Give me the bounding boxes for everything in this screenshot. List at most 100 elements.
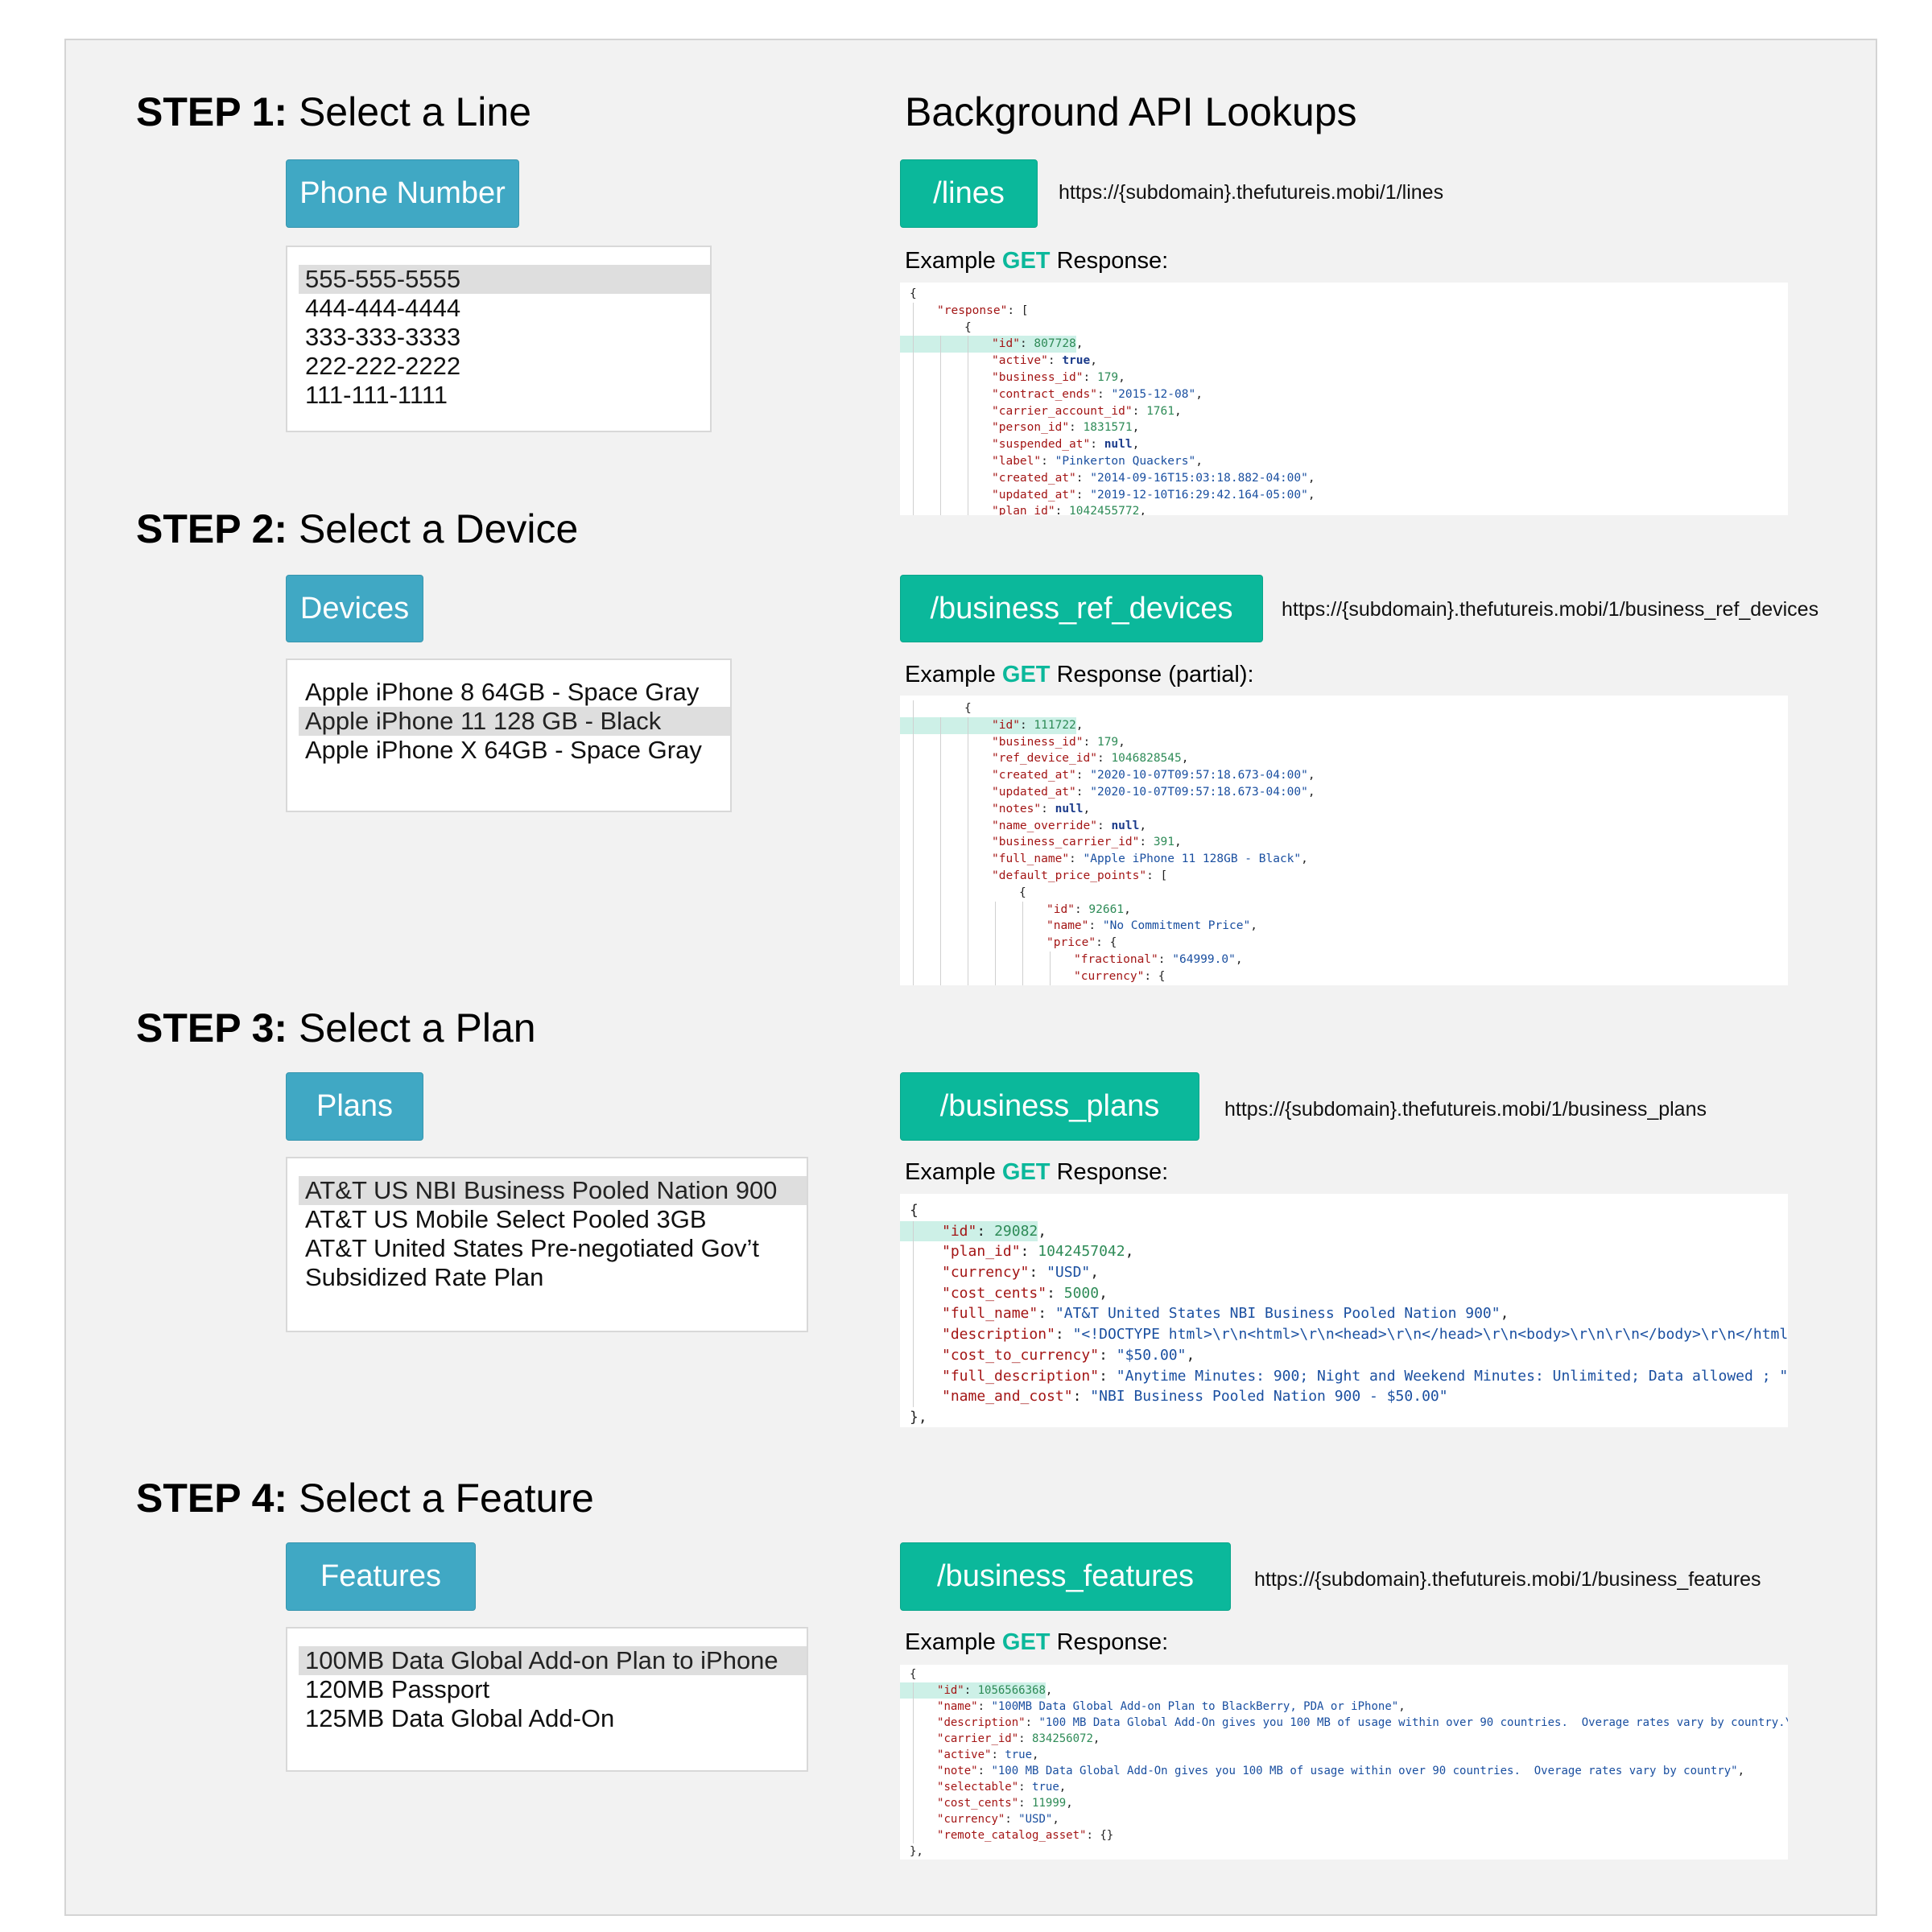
indent-guide [940, 800, 941, 818]
step-heading: STEP 3: Select a Plan [136, 1005, 536, 1051]
list-item[interactable]: Apple iPhone 11 128 GB - Black [299, 707, 730, 736]
json-value: "2020-10-07T09:57:18.673-04:00" [1090, 769, 1308, 782]
example-response-label: Example GET Response: [905, 1159, 1168, 1186]
step-button[interactable]: Phone Number [286, 159, 519, 228]
list-item[interactable]: AT&T US Mobile Select Pooled 3GB [287, 1205, 807, 1234]
list-item[interactable]: 100MB Data Global Add-on Plan to iPhone [299, 1646, 807, 1675]
code-line: "remote_catalog_asset": {} [910, 1827, 1788, 1843]
code-brace: { [964, 702, 972, 715]
json-key: "updated_at" [992, 488, 1076, 502]
json-key: "plan_id" [992, 505, 1055, 515]
step-button[interactable]: Features [286, 1542, 476, 1611]
code-text: "description": "<!DOCTYPE html>\r\n<html… [942, 1326, 1788, 1343]
json-punct: , [1045, 1684, 1053, 1697]
indent-guide [913, 1386, 914, 1407]
code-line: { [910, 1200, 1788, 1221]
indent-guide [913, 767, 914, 784]
step-button[interactable]: Devices [286, 575, 423, 642]
code-text: "remote_catalog_asset": {} [937, 1829, 1114, 1842]
json-key-name: updated_at [998, 785, 1070, 799]
json-key: "business_carrier_id" [992, 836, 1140, 849]
list-item[interactable]: AT&T US NBI Business Pooled Nation 900 [299, 1176, 807, 1205]
json-value: null [1104, 438, 1133, 452]
json-key-name: created_at [998, 769, 1070, 782]
json-key: "currency" [942, 1264, 1030, 1282]
list-item[interactable]: 222-222-2222 [287, 352, 710, 381]
code-text: "full_name": "AT&T United States NBI Bus… [942, 1305, 1509, 1323]
list-item[interactable]: 444-444-4444 [287, 294, 710, 323]
indent-guide [940, 968, 941, 985]
json-value: true [1005, 1748, 1033, 1761]
list-item[interactable]: 120MB Passport [287, 1675, 807, 1704]
json-value: 111722 [1034, 718, 1076, 732]
json-key-name: default_price_points [998, 869, 1140, 882]
code-text: "response": [ [937, 304, 1029, 317]
indent-guide [913, 750, 914, 768]
code-line: "cost_cents": 11999, [910, 1795, 1788, 1811]
indent-guide [913, 1682, 914, 1699]
code-text: "plan_id": 1042455772, [992, 505, 1146, 515]
example-response-label: Example GET Response: [905, 1629, 1168, 1656]
json-key: "selectable" [937, 1781, 1019, 1794]
code-line: "full_description": "Anytime Minutes: 90… [910, 1365, 1788, 1387]
step-button[interactable]: Plans [286, 1072, 423, 1141]
indent-guide [913, 353, 914, 369]
json-key-name: price [1053, 936, 1089, 950]
code-line: "id": 92661, [910, 901, 1788, 919]
list-item[interactable]: Apple iPhone X 64GB - Space Gray [287, 736, 730, 765]
json-punct: , [1132, 438, 1140, 452]
json-key-name: name_override [998, 819, 1091, 832]
json-value: 92661 [1088, 902, 1125, 916]
code-text: }, [910, 1845, 923, 1858]
indent-guide [940, 817, 941, 835]
json-punct: , [1059, 1781, 1067, 1794]
json-key: "plan_id" [942, 1243, 1021, 1261]
endpoint-button[interactable]: /business_ref_devices [900, 575, 1263, 642]
json-value: "$50.00" [1116, 1346, 1187, 1364]
endpoint-button[interactable]: /business_plans [900, 1072, 1199, 1141]
json-key: "active" [937, 1748, 992, 1761]
code-text: "active": true, [992, 354, 1097, 368]
json-punct: , [1118, 370, 1125, 384]
code-text: "currency": { [1074, 970, 1166, 983]
indent-guide [913, 419, 914, 437]
code-line: "name": "No Commitment Price", [910, 918, 1788, 935]
endpoint-button[interactable]: /business_features [900, 1542, 1231, 1611]
code-line: "price": { [910, 935, 1788, 952]
json-key-name: selectable [943, 1781, 1012, 1794]
code-text: "full_name": "Apple iPhone 11 128GB - Bl… [992, 852, 1308, 866]
json-value: "2020-10-07T09:57:18.673-04:00" [1090, 785, 1308, 799]
endpoint-button[interactable]: /lines [900, 159, 1038, 228]
json-key: "note" [937, 1765, 978, 1777]
list-item[interactable]: 333-333-3333 [287, 323, 710, 352]
indent-guide [1022, 951, 1023, 968]
example-response-label: Example GET Response: [905, 248, 1168, 275]
endpoint-url: https://{subdomain}.thefutureis.mobi/1/b… [1282, 598, 1819, 621]
json-key-name: fractional [1080, 952, 1152, 966]
json-punct: , [1083, 802, 1091, 815]
json-key-name: description [950, 1326, 1047, 1344]
indent-guide [913, 503, 914, 515]
code-line: }, [910, 1407, 1788, 1427]
json-punct: , [1737, 1765, 1745, 1777]
code-line: "id": 807728, [900, 336, 1788, 353]
indent-guide [1022, 935, 1023, 952]
code-text: { [910, 1668, 916, 1681]
indent-guide [913, 1365, 914, 1387]
code-text: "created_at": "2020-10-07T09:57:18.673-0… [992, 769, 1315, 782]
json-key-name: business_carrier_id [998, 836, 1133, 849]
list-item[interactable]: 111-111-1111 [287, 381, 710, 410]
indent-guide [913, 1795, 914, 1811]
code-text: "label": "Pinkerton Quackers", [992, 454, 1203, 468]
list-item[interactable]: AT&T United States Pre-negotiated Gov’t [287, 1234, 807, 1263]
list-item[interactable]: 125MB Data Global Add-On [287, 1704, 807, 1733]
list-item[interactable]: Subsidized Rate Plan [287, 1263, 807, 1292]
json-value: "NBI Business Pooled Nation 900 - $50.00… [1090, 1388, 1448, 1406]
list-item[interactable]: Apple iPhone 8 64GB - Space Gray [287, 678, 730, 707]
example-suffix: Response: [1050, 248, 1169, 274]
indent-guide [940, 918, 941, 935]
list-item[interactable]: 555-555-5555 [299, 265, 710, 294]
code-line: "description": "<!DOCTYPE html>\r\n<html… [910, 1324, 1788, 1345]
indent-guide [995, 935, 996, 952]
indent-guide [995, 951, 996, 968]
